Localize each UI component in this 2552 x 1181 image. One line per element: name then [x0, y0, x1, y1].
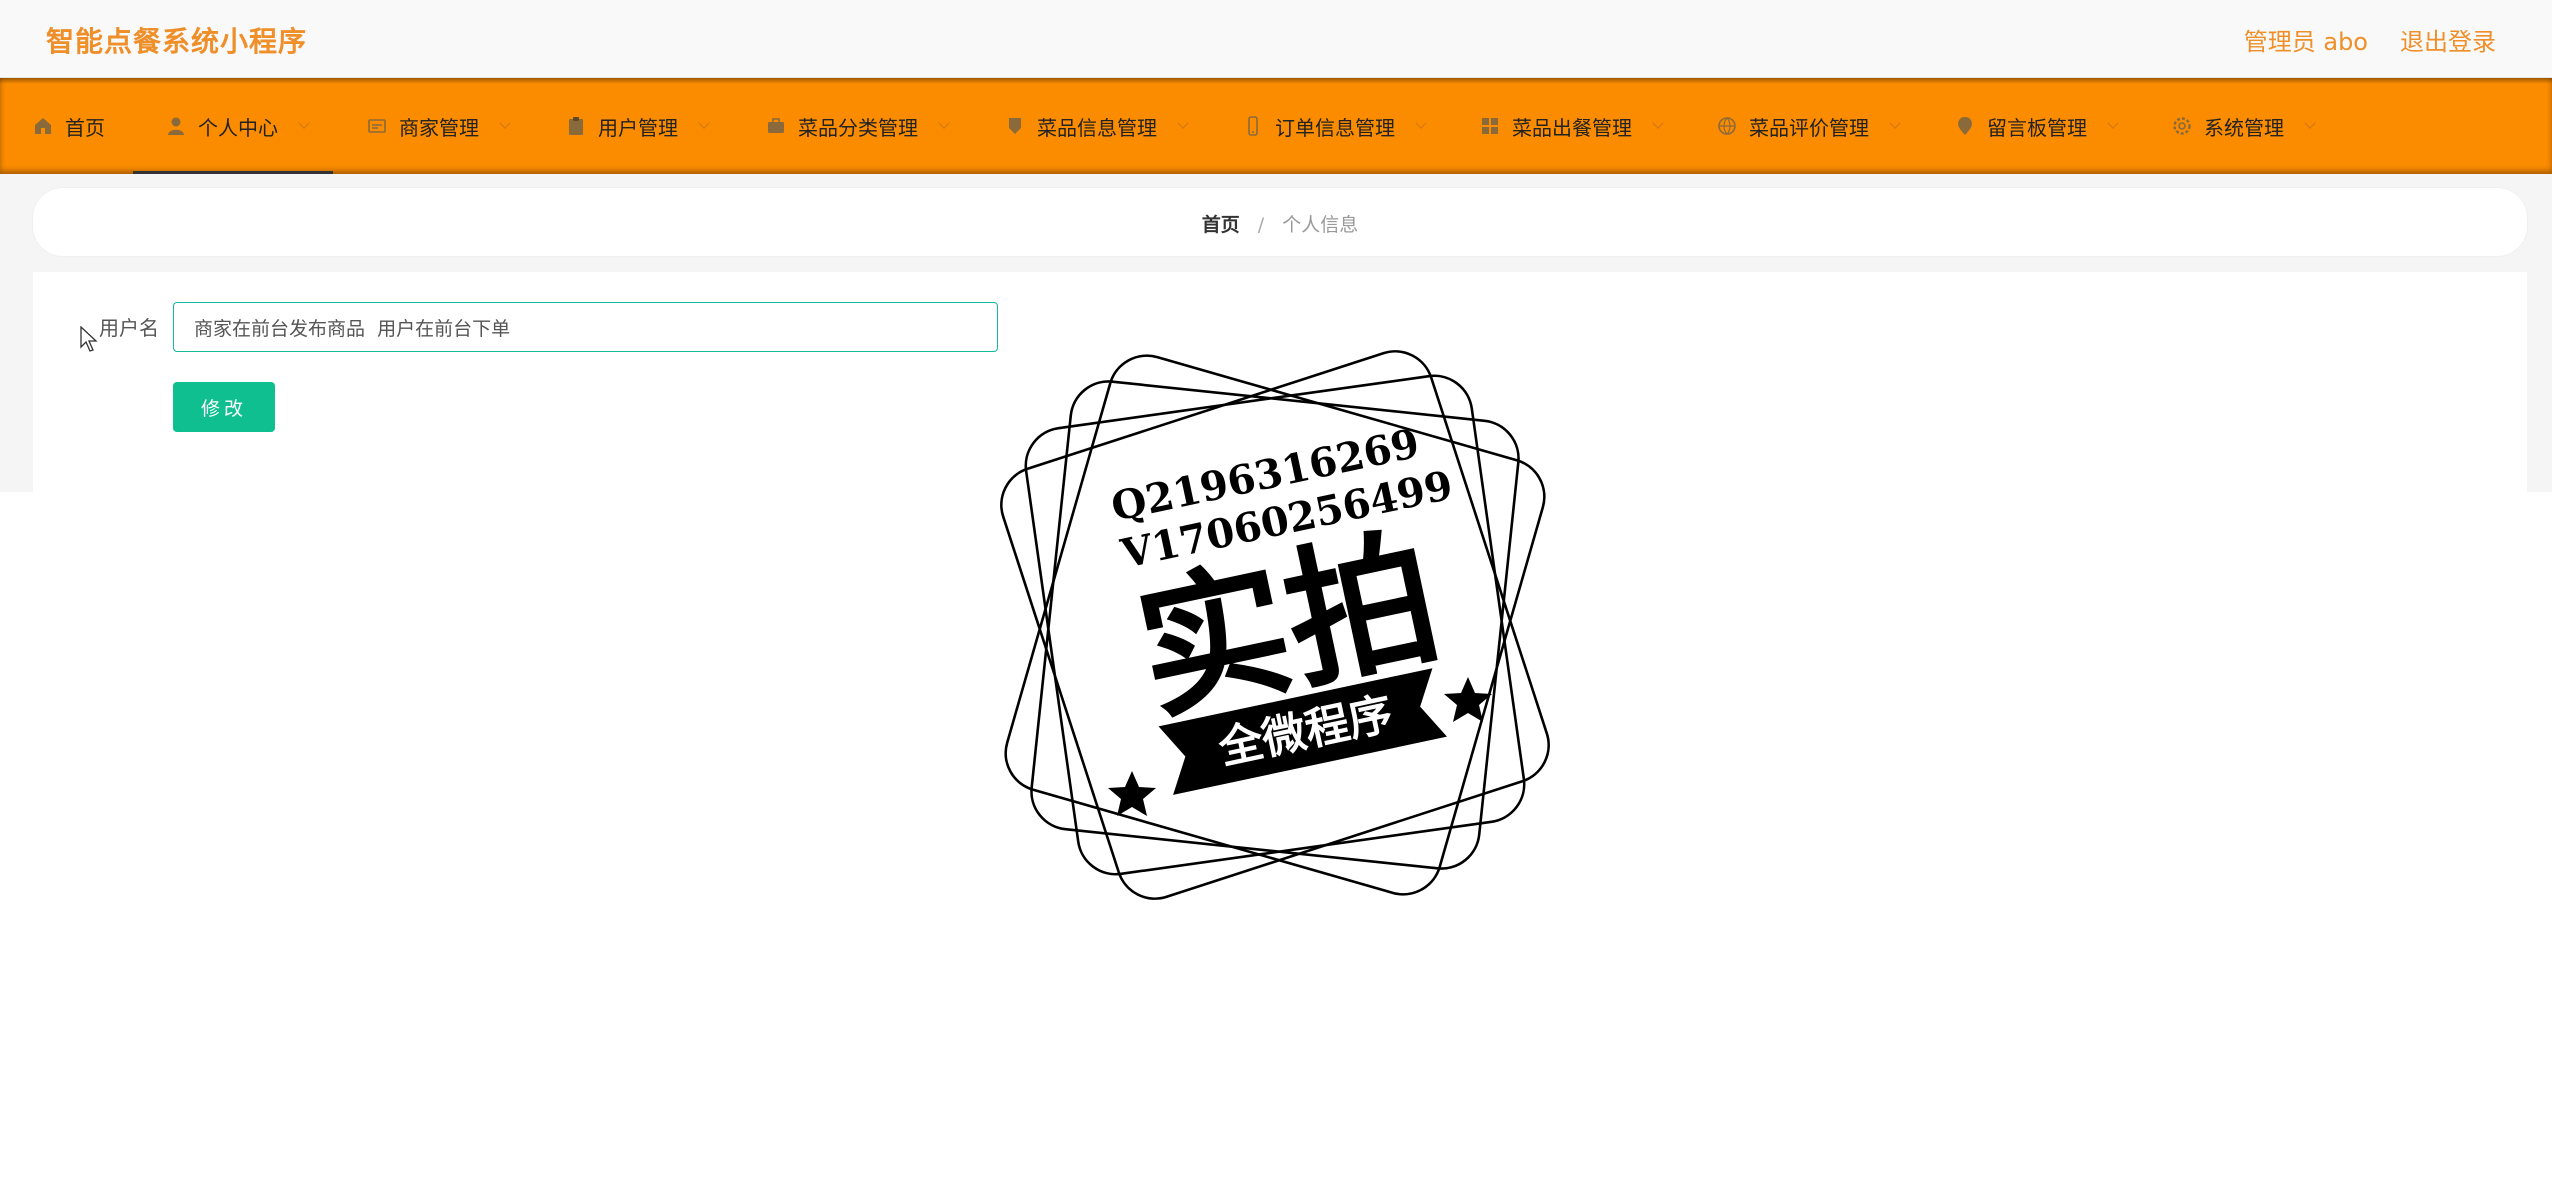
globe-icon — [1718, 117, 1736, 135]
nav-item-label: 菜品分类管理 — [798, 115, 918, 140]
nav-item-label: 首页 — [65, 115, 105, 140]
tag-icon — [1009, 118, 1021, 134]
nav-item-label: 菜品出餐管理 — [1512, 115, 1632, 140]
chevron-down-icon — [698, 117, 710, 129]
gear-icon — [2173, 117, 2191, 135]
nav-item-label: 订单信息管理 — [1275, 115, 1395, 140]
current-user-label[interactable]: 管理员 abo — [2244, 22, 2368, 57]
grid-icon — [1482, 118, 1498, 134]
app-title: 智能点餐系统小程序 — [46, 25, 308, 58]
breadcrumb-bar: 首页 / 个人信息 — [33, 188, 2527, 256]
nav-item-personal-center[interactable]: 个人中心 — [133, 78, 333, 174]
chevron-down-icon — [1889, 117, 1901, 129]
chevron-down-icon — [938, 117, 950, 129]
breadcrumb-home[interactable]: 首页 — [1202, 214, 1240, 236]
logout-link[interactable]: 退出登录 — [2400, 22, 2496, 57]
modify-button[interactable]: 修改 — [173, 382, 275, 432]
nav-item-label: 商家管理 — [399, 115, 479, 140]
nav-item-label: 系统管理 — [2204, 115, 2284, 140]
store-icon — [368, 119, 386, 133]
chevron-down-icon — [2304, 117, 2316, 129]
main-nav: 首页 个人中心 商家管理 用户管理 菜品分类管理 菜品信息管理 订单信息管理 菜… — [0, 78, 2552, 174]
breadcrumb-current: 个人信息 — [1282, 214, 1359, 236]
chevron-down-icon — [499, 117, 511, 129]
breadcrumb: 首页 / 个人信息 — [33, 210, 2527, 237]
chevron-down-icon — [1177, 117, 1189, 129]
chevron-down-icon — [1652, 117, 1664, 129]
pin-icon — [1958, 117, 1972, 135]
user-icon — [168, 117, 184, 135]
chevron-down-icon — [1415, 117, 1427, 129]
nav-item-order-info[interactable]: 订单信息管理 — [1243, 78, 1427, 174]
chevron-down-icon — [2107, 117, 2119, 129]
mouse-cursor-icon — [80, 326, 98, 352]
nav-item-label: 留言板管理 — [1987, 115, 2087, 140]
nav-item-label: 菜品信息管理 — [1037, 115, 1157, 140]
nav-item-dish-category[interactable]: 菜品分类管理 — [766, 78, 950, 174]
nav-item-merchant[interactable]: 商家管理 — [367, 78, 511, 174]
home-icon — [35, 118, 51, 134]
nav-item-label: 用户管理 — [598, 115, 678, 140]
nav-item-system[interactable]: 系统管理 — [2172, 78, 2316, 174]
nav-item-dish-review[interactable]: 菜品评价管理 — [1717, 78, 1901, 174]
username-input[interactable] — [173, 302, 998, 352]
username-label: 用户名 — [99, 316, 159, 340]
top-header: 智能点餐系统小程序 管理员 abo 退出登录 — [0, 0, 2552, 78]
nav-item-label: 个人中心 — [198, 115, 278, 140]
breadcrumb-separator: / — [1257, 214, 1265, 236]
nav-item-user[interactable]: 用户管理 — [566, 78, 710, 174]
nav-item-dish-info[interactable]: 菜品信息管理 — [1005, 78, 1189, 174]
watermark-stamp: Q2196316269 V17060256499 实拍 全微程序 — [1000, 350, 1550, 900]
phone-icon — [1248, 116, 1258, 136]
briefcase-icon — [768, 118, 784, 133]
clipboard-icon — [569, 117, 583, 135]
nav-item-label: 菜品评价管理 — [1749, 115, 1869, 140]
nav-item-home[interactable]: 首页 — [33, 78, 105, 174]
chevron-down-icon — [298, 117, 310, 129]
nav-item-dish-serving[interactable]: 菜品出餐管理 — [1480, 78, 1664, 174]
nav-item-message-board[interactable]: 留言板管理 — [1955, 78, 2119, 174]
header-actions: 管理员 abo 退出登录 — [2244, 22, 2496, 57]
